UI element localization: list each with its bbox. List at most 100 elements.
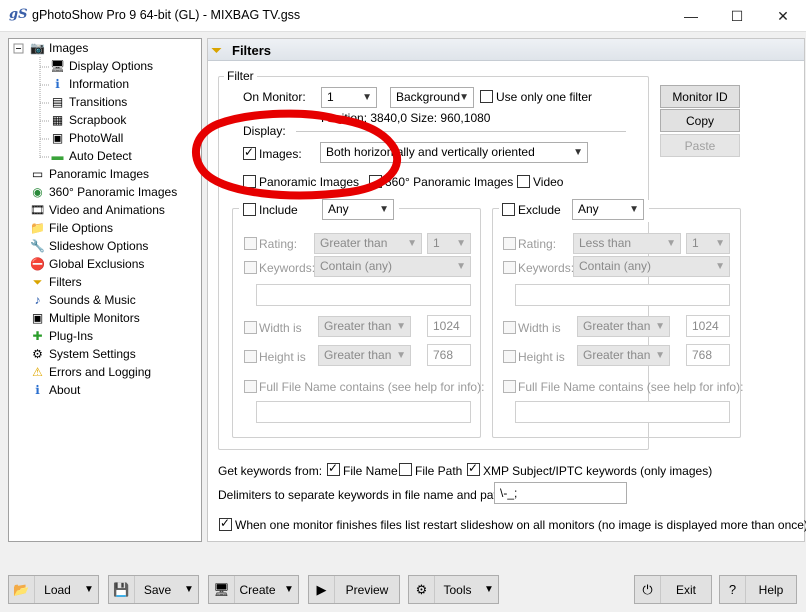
orientation-select[interactable]: Both horizontally and vertically oriente… [320, 142, 588, 163]
tree-item-errors-and-logging[interactable]: ⚠ Errors and Logging [30, 363, 151, 381]
include-mode-select[interactable]: Any ▼ [322, 199, 394, 220]
include-height-op-select[interactable]: Greater than ▼ [318, 345, 411, 366]
exit-label: Exit [675, 582, 696, 597]
exclude-height-input[interactable]: 768 [686, 344, 730, 366]
include-width-op-select[interactable]: Greater than ▼ [318, 316, 411, 337]
include-width-input[interactable]: 1024 [427, 315, 471, 337]
chevron-down-icon: ▼ [715, 238, 725, 249]
include-fullname-checkbox[interactable] [244, 380, 257, 393]
background-select[interactable]: Background ▼ [390, 87, 474, 108]
tree-item-scrapbook[interactable]: ▦ Scrapbook [50, 111, 127, 129]
file-path-checkbox[interactable] [399, 463, 412, 476]
exclude-keywords-input[interactable] [515, 284, 730, 306]
tree-item-panoramic-images[interactable]: ▭ Panoramic Images [30, 165, 149, 183]
chevron-down-icon: ▼ [284, 584, 294, 595]
monitor-id-button[interactable]: Monitor ID [660, 85, 740, 108]
filter-icon: ⏷ [32, 275, 43, 289]
include-checkbox[interactable] [243, 203, 256, 216]
tree-item-sounds-music[interactable]: ♪ Sounds & Music [30, 291, 136, 309]
chevron-down-icon: ▼ [655, 321, 665, 332]
include-height-input[interactable]: 768 [427, 344, 471, 366]
include-width-checkbox[interactable] [244, 321, 257, 334]
exclude-checkbox[interactable] [502, 203, 515, 216]
exclude-rating-op-select[interactable]: Less than ▼ [573, 233, 681, 254]
monitor-select[interactable]: 1 ▼ [321, 87, 377, 108]
help-label: Help [758, 582, 784, 597]
maximize-button[interactable]: ☐ [714, 0, 760, 32]
photowall-icon: ▣ [51, 131, 64, 145]
video-icon: 🎞 [29, 203, 46, 217]
load-button[interactable]: 📂 Load ▼ [8, 575, 99, 604]
tree-item-label: About [49, 383, 81, 397]
create-button[interactable]: 🖥 Create ▼ [208, 575, 299, 604]
delimiters-input[interactable]: \-_; [494, 482, 627, 504]
save-button[interactable]: 💾 Save ▼ [108, 575, 199, 604]
exclude-keywords-checkbox[interactable] [503, 261, 516, 274]
tree-item-label: Errors and Logging [49, 365, 152, 379]
include-keywords-input[interactable] [256, 284, 471, 306]
tools-button[interactable]: ⚙ Tools ▼ [408, 575, 499, 604]
tree-item-slideshow-options[interactable]: 🔧 Slideshow Options [30, 237, 148, 255]
video-checkbox[interactable] [517, 175, 530, 188]
file-name-checkbox[interactable] [327, 461, 340, 476]
tree-item-label: Scrapbook [69, 113, 127, 127]
chevron-down-icon: ▼ [396, 321, 406, 332]
include-keywords-checkbox[interactable] [244, 261, 257, 274]
tree-item-filters[interactable]: ⏷ Filters [30, 273, 82, 291]
copy-button[interactable]: Copy [660, 109, 740, 132]
exclude-mode-select[interactable]: Any ▼ [572, 199, 644, 220]
panoramic360-checkbox[interactable] [369, 175, 382, 188]
tree-item-images[interactable]: 📷 Images [30, 39, 88, 57]
include-keywords-label: Keywords: [259, 261, 316, 275]
tree-item-photowall[interactable]: ▣ PhotoWall [50, 129, 123, 147]
tree-item-video-and-animations[interactable]: 🎞 Video and Animations [30, 201, 165, 219]
exclude-height-label: Height is [518, 350, 565, 364]
exclude-width-op-select[interactable]: Greater than ▼ [577, 316, 670, 337]
chevron-down-icon: ▼ [459, 92, 469, 103]
tree-item-about[interactable]: ℹ About [30, 381, 80, 399]
tree-item-auto-detect[interactable]: ▬ Auto Detect [50, 147, 132, 165]
panoramic-checkbox[interactable] [243, 175, 256, 188]
exclude-rating-value-select[interactable]: 1 ▼ [686, 233, 730, 254]
exit-button[interactable]: ⏻ Exit [634, 575, 712, 604]
exclude-keywords-mode-select[interactable]: Contain (any) ▼ [573, 256, 730, 277]
tree-item-plug-ins[interactable]: ✚ Plug-Ins [30, 327, 93, 345]
exclude-fullname-checkbox[interactable] [503, 380, 516, 393]
tree-item-display-options[interactable]: 🖥 Display Options [50, 57, 153, 75]
tree-item-multiple-monitors[interactable]: ▣ Multiple Monitors [30, 309, 140, 327]
exclude-height-checkbox[interactable] [503, 350, 516, 363]
include-rating-checkbox[interactable] [244, 237, 257, 250]
minimize-button[interactable]: — [668, 0, 714, 32]
use-only-one-filter-label: Use only one filter [496, 90, 593, 104]
use-only-one-filter-checkbox[interactable] [480, 90, 493, 103]
include-rating-value-select[interactable]: 1 ▼ [427, 233, 471, 254]
close-button[interactable]: ✕ [760, 0, 806, 32]
help-button[interactable]: ? Help [719, 575, 797, 604]
exclude-fullname-input[interactable] [515, 401, 730, 423]
save-label: Save [143, 582, 172, 597]
exclude-height-op-select[interactable]: Greater than ▼ [577, 345, 670, 366]
chevron-down-icon: ▼ [655, 350, 665, 361]
tree-item-360-panoramic-images[interactable]: ◉ 360° Panoramic Images [30, 183, 177, 201]
preview-button[interactable]: ▶ Preview [308, 575, 400, 604]
images-checkbox[interactable] [243, 145, 256, 160]
tree-item-transitions[interactable]: ▤ Transitions [50, 93, 127, 111]
paste-button[interactable]: Paste [660, 134, 740, 157]
tree-item-system-settings[interactable]: ⚙ System Settings [30, 345, 136, 363]
tree-item-global-exclusions[interactable]: ⛔ Global Exclusions [30, 255, 144, 273]
chevron-down-icon: ▼ [396, 350, 406, 361]
exclude-rating-checkbox[interactable] [503, 237, 516, 250]
exclude-width-input[interactable]: 1024 [686, 315, 730, 337]
include-keywords-mode-select[interactable]: Contain (any) ▼ [314, 256, 471, 277]
restart-checkbox[interactable] [219, 516, 232, 531]
include-rating-label: Rating: [259, 237, 298, 251]
include-height-checkbox[interactable] [244, 350, 257, 363]
tree-item-information[interactable]: ℹ Information [50, 75, 129, 93]
app-icon: gS [9, 7, 28, 22]
include-fullname-input[interactable] [256, 401, 471, 423]
tree-item-file-options[interactable]: 📁 File Options [30, 219, 113, 237]
panel-header [208, 39, 804, 61]
exclude-width-checkbox[interactable] [503, 321, 516, 334]
xmp-checkbox[interactable] [467, 461, 480, 476]
include-rating-op-select[interactable]: Greater than ▼ [314, 233, 422, 254]
